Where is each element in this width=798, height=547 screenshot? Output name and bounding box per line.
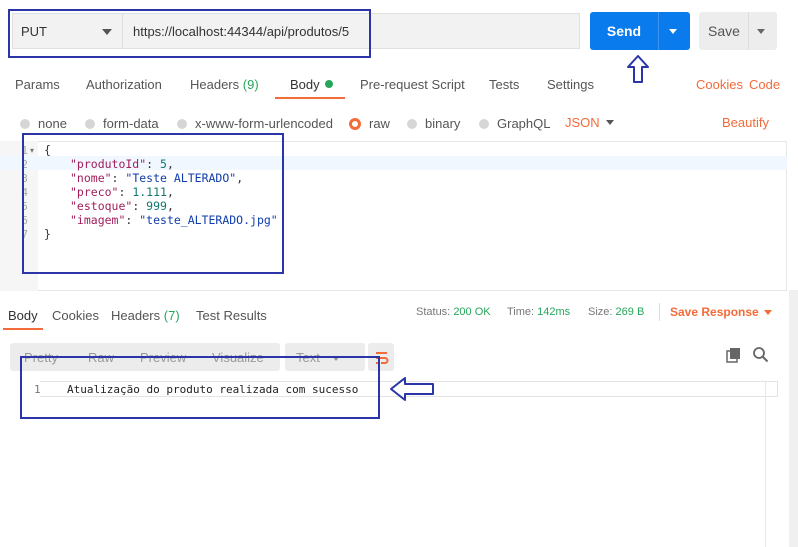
body-type-graphql-label: GraphQL bbox=[497, 116, 551, 131]
active-tab-indicator bbox=[275, 97, 345, 99]
body-type-raw[interactable]: raw bbox=[349, 116, 390, 131]
chevron-down-icon[interactable] bbox=[764, 310, 772, 315]
response-tab-body[interactable]: Body bbox=[8, 308, 38, 323]
active-tab-indicator bbox=[3, 328, 43, 330]
radio-icon bbox=[479, 118, 489, 129]
tab-params[interactable]: Params bbox=[15, 77, 60, 92]
radio-icon bbox=[407, 118, 417, 129]
radio-selected-icon bbox=[349, 117, 361, 130]
body-indicator-dot bbox=[324, 80, 333, 88]
send-button[interactable]: Send bbox=[590, 12, 690, 50]
save-label: Save bbox=[708, 23, 740, 39]
body-type-raw-label: raw bbox=[369, 116, 390, 131]
body-type-graphql[interactable]: GraphQL bbox=[479, 116, 550, 131]
send-options-chevron-icon[interactable] bbox=[669, 29, 677, 34]
response-tab-headers[interactable]: Headers (7) bbox=[111, 308, 180, 323]
arrow-up-annotation-icon bbox=[627, 55, 649, 83]
status-readout: Status: 200 OK bbox=[416, 306, 491, 318]
body-type-none[interactable]: none bbox=[20, 116, 67, 131]
body-type-binary[interactable]: binary bbox=[407, 116, 460, 131]
body-type-none-label: none bbox=[38, 116, 67, 131]
code-link[interactable]: Code bbox=[749, 77, 780, 92]
time-label: Time: bbox=[507, 306, 535, 318]
body-type-binary-label: binary bbox=[425, 116, 461, 131]
arrow-left-annotation-icon bbox=[390, 377, 434, 401]
save-button[interactable]: Save bbox=[699, 12, 777, 50]
body-type-urlencoded[interactable]: x-www-form-urlencoded bbox=[177, 116, 333, 131]
status-label: Status: bbox=[416, 306, 451, 318]
tab-headers-label: Headers bbox=[190, 77, 240, 92]
annotation-box-request bbox=[8, 9, 371, 58]
save-options-chevron-icon[interactable] bbox=[757, 29, 765, 34]
search-icon[interactable] bbox=[752, 346, 769, 363]
tab-authorization[interactable]: Authorization bbox=[86, 77, 162, 92]
response-tab-cookies[interactable]: Cookies bbox=[52, 308, 99, 323]
tab-body-label: Body bbox=[290, 77, 320, 92]
response-tab-headers-label: Headers bbox=[111, 308, 161, 323]
radio-icon bbox=[177, 118, 187, 129]
radio-icon bbox=[20, 118, 30, 129]
tab-tests[interactable]: Tests bbox=[489, 77, 519, 92]
size-label: Size: bbox=[588, 306, 613, 318]
size-value: 269 B bbox=[615, 306, 645, 318]
tab-headers[interactable]: Headers (9) bbox=[190, 77, 259, 92]
annotation-box-body bbox=[22, 133, 284, 274]
tab-prerequest-script[interactable]: Pre-request Script bbox=[360, 77, 465, 92]
body-type-form-data-label: form-data bbox=[103, 116, 159, 131]
beautify-link[interactable]: Beautify bbox=[722, 115, 769, 130]
time-readout: Time: 142ms bbox=[507, 306, 570, 318]
body-type-form-data[interactable]: form-data bbox=[85, 116, 159, 131]
scrollbar[interactable] bbox=[789, 290, 798, 547]
headers-count-badge: (9) bbox=[242, 77, 259, 92]
tab-body[interactable]: Body bbox=[290, 77, 333, 92]
response-headers-count: (7) bbox=[163, 308, 180, 323]
response-tab-test-results[interactable]: Test Results bbox=[196, 308, 267, 323]
chevron-down-icon bbox=[606, 120, 614, 125]
save-response-button[interactable]: Save Response bbox=[670, 305, 759, 319]
send-label: Send bbox=[606, 23, 642, 39]
cookies-link[interactable]: Cookies bbox=[696, 77, 743, 92]
time-value: 142ms bbox=[537, 306, 571, 318]
radio-icon bbox=[85, 118, 95, 129]
copy-icon[interactable] bbox=[726, 347, 742, 363]
size-readout: Size: 269 B bbox=[588, 306, 644, 318]
annotation-box-response bbox=[20, 356, 380, 419]
tab-settings[interactable]: Settings bbox=[547, 77, 594, 92]
format-select[interactable]: JSON bbox=[565, 115, 600, 130]
body-type-urlencoded-label: x-www-form-urlencoded bbox=[195, 116, 333, 131]
status-value: 200 OK bbox=[453, 306, 491, 318]
